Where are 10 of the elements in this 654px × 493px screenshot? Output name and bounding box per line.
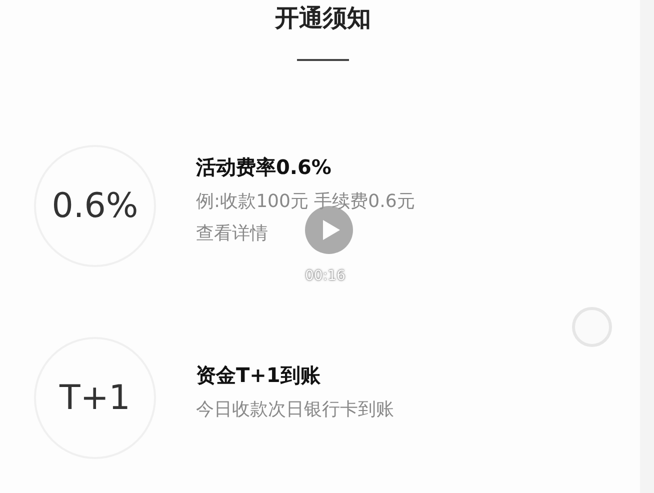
page-title: 开通须知 <box>275 3 371 34</box>
item-description: 查看详情 <box>196 222 268 244</box>
badge-circle: T+1 <box>34 337 156 459</box>
video-time: 00:16 <box>305 268 346 284</box>
item-description: 今日收款次日银行卡到账 <box>196 398 394 420</box>
badge-circle: 0.6% <box>34 145 156 267</box>
item-title: 活动费率0.6% <box>196 154 332 180</box>
item-description: 例:收款100元 手续费0.6元 <box>196 190 415 212</box>
play-icon <box>321 219 341 241</box>
item-title: 资金T+1到账 <box>196 362 320 388</box>
